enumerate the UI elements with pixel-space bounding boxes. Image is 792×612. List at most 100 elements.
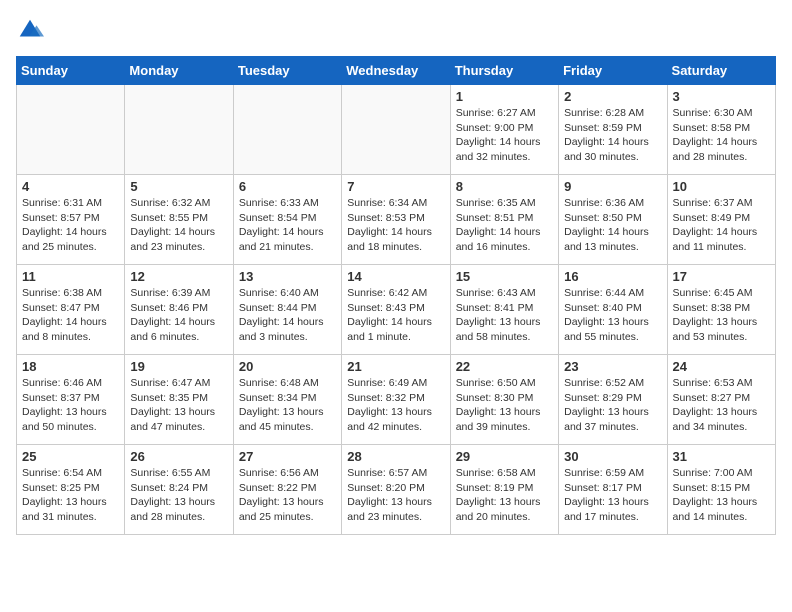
calendar-cell: 16Sunrise: 6:44 AM Sunset: 8:40 PM Dayli…	[559, 265, 667, 355]
day-number: 12	[130, 269, 227, 284]
calendar-cell: 14Sunrise: 6:42 AM Sunset: 8:43 PM Dayli…	[342, 265, 450, 355]
day-number: 23	[564, 359, 661, 374]
calendar-cell: 4 Sunrise: 6:31 AM Sunset: 8:57 PM Daylig…	[17, 175, 125, 265]
day-info: Sunrise: 6:31 AM Sunset: 8:57 PM Dayligh…	[22, 196, 119, 255]
calendar-cell	[233, 85, 341, 175]
day-number: 1	[456, 89, 553, 104]
day-of-week-header: Wednesday	[342, 57, 450, 85]
day-number: 20	[239, 359, 336, 374]
day-info: Sunrise: 6:40 AM Sunset: 8:44 PM Dayligh…	[239, 286, 336, 345]
day-info: Sunrise: 6:50 AM Sunset: 8:30 PM Dayligh…	[456, 376, 553, 435]
calendar-cell: 8Sunrise: 6:35 AM Sunset: 8:51 PM Daylig…	[450, 175, 558, 265]
day-of-week-header: Thursday	[450, 57, 558, 85]
calendar-cell: 10Sunrise: 6:37 AM Sunset: 8:49 PM Dayli…	[667, 175, 775, 265]
day-info: Sunrise: 6:53 AM Sunset: 8:27 PM Dayligh…	[673, 376, 770, 435]
day-info: Sunrise: 6:57 AM Sunset: 8:20 PM Dayligh…	[347, 466, 444, 525]
logo-icon	[16, 16, 44, 44]
day-info: Sunrise: 6:45 AM Sunset: 8:38 PM Dayligh…	[673, 286, 770, 345]
day-of-week-header: Friday	[559, 57, 667, 85]
day-info: Sunrise: 6:52 AM Sunset: 8:29 PM Dayligh…	[564, 376, 661, 435]
day-number: 18	[22, 359, 119, 374]
day-info: Sunrise: 6:59 AM Sunset: 8:17 PM Dayligh…	[564, 466, 661, 525]
calendar-cell: 23 Sunrise: 6:52 AM Sunset: 8:29 PM Dayli…	[559, 355, 667, 445]
day-number: 11	[22, 269, 119, 284]
calendar-week-row: 4 Sunrise: 6:31 AM Sunset: 8:57 PM Daylig…	[17, 175, 776, 265]
day-info: Sunrise: 6:47 AM Sunset: 8:35 PM Dayligh…	[130, 376, 227, 435]
calendar-cell: 25 Sunrise: 6:54 AM Sunset: 8:25 PM Dayli…	[17, 445, 125, 535]
day-number: 21	[347, 359, 444, 374]
day-number: 2	[564, 89, 661, 104]
day-of-week-header: Monday	[125, 57, 233, 85]
day-info: Sunrise: 6:46 AM Sunset: 8:37 PM Dayligh…	[22, 376, 119, 435]
calendar-cell	[125, 85, 233, 175]
day-number: 4	[22, 179, 119, 194]
calendar-week-row: 18 Sunrise: 6:46 AM Sunset: 8:37 PM Dayli…	[17, 355, 776, 445]
day-info: Sunrise: 6:58 AM Sunset: 8:19 PM Dayligh…	[456, 466, 553, 525]
day-info: Sunrise: 6:43 AM Sunset: 8:41 PM Dayligh…	[456, 286, 553, 345]
day-number: 31	[673, 449, 770, 464]
calendar-cell	[342, 85, 450, 175]
day-number: 26	[130, 449, 227, 464]
logo	[16, 16, 48, 44]
day-number: 10	[673, 179, 770, 194]
day-number: 24	[673, 359, 770, 374]
calendar-cell: 18 Sunrise: 6:46 AM Sunset: 8:37 PM Dayli…	[17, 355, 125, 445]
calendar-cell: 6Sunrise: 6:33 AM Sunset: 8:54 PM Daylig…	[233, 175, 341, 265]
day-number: 15	[456, 269, 553, 284]
calendar-cell: 22 Sunrise: 6:50 AM Sunset: 8:30 PM Dayli…	[450, 355, 558, 445]
day-info: Sunrise: 6:48 AM Sunset: 8:34 PM Dayligh…	[239, 376, 336, 435]
calendar-cell: 26 Sunrise: 6:55 AM Sunset: 8:24 PM Dayli…	[125, 445, 233, 535]
day-number: 28	[347, 449, 444, 464]
day-info: Sunrise: 6:49 AM Sunset: 8:32 PM Dayligh…	[347, 376, 444, 435]
calendar-cell: 29 Sunrise: 6:58 AM Sunset: 8:19 PM Dayli…	[450, 445, 558, 535]
day-info: Sunrise: 6:54 AM Sunset: 8:25 PM Dayligh…	[22, 466, 119, 525]
day-number: 9	[564, 179, 661, 194]
calendar-cell: 31Sunrise: 7:00 AM Sunset: 8:15 PM Dayli…	[667, 445, 775, 535]
calendar-cell: 12Sunrise: 6:39 AM Sunset: 8:46 PM Dayli…	[125, 265, 233, 355]
day-number: 29	[456, 449, 553, 464]
day-number: 5	[130, 179, 227, 194]
calendar-cell: 7 Sunrise: 6:34 AM Sunset: 8:53 PM Daylig…	[342, 175, 450, 265]
calendar-header-row: SundayMondayTuesdayWednesdayThursdayFrid…	[17, 57, 776, 85]
calendar-cell: 3Sunrise: 6:30 AM Sunset: 8:58 PM Daylig…	[667, 85, 775, 175]
calendar-week-row: 11 Sunrise: 6:38 AM Sunset: 8:47 PM Dayli…	[17, 265, 776, 355]
day-info: Sunrise: 6:28 AM Sunset: 8:59 PM Dayligh…	[564, 106, 661, 165]
day-info: Sunrise: 6:44 AM Sunset: 8:40 PM Dayligh…	[564, 286, 661, 345]
calendar-cell: 17 Sunrise: 6:45 AM Sunset: 8:38 PM Dayli…	[667, 265, 775, 355]
calendar-cell: 20 Sunrise: 6:48 AM Sunset: 8:34 PM Dayli…	[233, 355, 341, 445]
calendar-cell: 27 Sunrise: 6:56 AM Sunset: 8:22 PM Dayli…	[233, 445, 341, 535]
day-info: Sunrise: 6:32 AM Sunset: 8:55 PM Dayligh…	[130, 196, 227, 255]
day-number: 27	[239, 449, 336, 464]
day-of-week-header: Tuesday	[233, 57, 341, 85]
day-number: 30	[564, 449, 661, 464]
calendar-cell: 5 Sunrise: 6:32 AM Sunset: 8:55 PM Daylig…	[125, 175, 233, 265]
calendar-cell: 21 Sunrise: 6:49 AM Sunset: 8:32 PM Dayli…	[342, 355, 450, 445]
calendar-cell: 24 Sunrise: 6:53 AM Sunset: 8:27 PM Dayli…	[667, 355, 775, 445]
calendar-cell: 13 Sunrise: 6:40 AM Sunset: 8:44 PM Dayli…	[233, 265, 341, 355]
day-number: 19	[130, 359, 227, 374]
day-info: Sunrise: 6:36 AM Sunset: 8:50 PM Dayligh…	[564, 196, 661, 255]
calendar-table: SundayMondayTuesdayWednesdayThursdayFrid…	[16, 56, 776, 535]
day-number: 6	[239, 179, 336, 194]
day-number: 13	[239, 269, 336, 284]
day-number: 14	[347, 269, 444, 284]
day-number: 17	[673, 269, 770, 284]
day-info: Sunrise: 6:38 AM Sunset: 8:47 PM Dayligh…	[22, 286, 119, 345]
day-of-week-header: Saturday	[667, 57, 775, 85]
day-number: 7	[347, 179, 444, 194]
day-number: 22	[456, 359, 553, 374]
day-info: Sunrise: 6:56 AM Sunset: 8:22 PM Dayligh…	[239, 466, 336, 525]
day-number: 25	[22, 449, 119, 464]
calendar-cell: 15 Sunrise: 6:43 AM Sunset: 8:41 PM Dayli…	[450, 265, 558, 355]
day-of-week-header: Sunday	[17, 57, 125, 85]
day-number: 3	[673, 89, 770, 104]
day-info: Sunrise: 6:27 AM Sunset: 9:00 PM Dayligh…	[456, 106, 553, 165]
page-header	[16, 16, 776, 44]
day-info: Sunrise: 6:34 AM Sunset: 8:53 PM Dayligh…	[347, 196, 444, 255]
day-info: Sunrise: 6:55 AM Sunset: 8:24 PM Dayligh…	[130, 466, 227, 525]
day-number: 8	[456, 179, 553, 194]
calendar-cell: 1 Sunrise: 6:27 AM Sunset: 9:00 PM Daylig…	[450, 85, 558, 175]
calendar-cell: 28 Sunrise: 6:57 AM Sunset: 8:20 PM Dayli…	[342, 445, 450, 535]
calendar-cell: 30 Sunrise: 6:59 AM Sunset: 8:17 PM Dayli…	[559, 445, 667, 535]
calendar-cell: 2 Sunrise: 6:28 AM Sunset: 8:59 PM Daylig…	[559, 85, 667, 175]
